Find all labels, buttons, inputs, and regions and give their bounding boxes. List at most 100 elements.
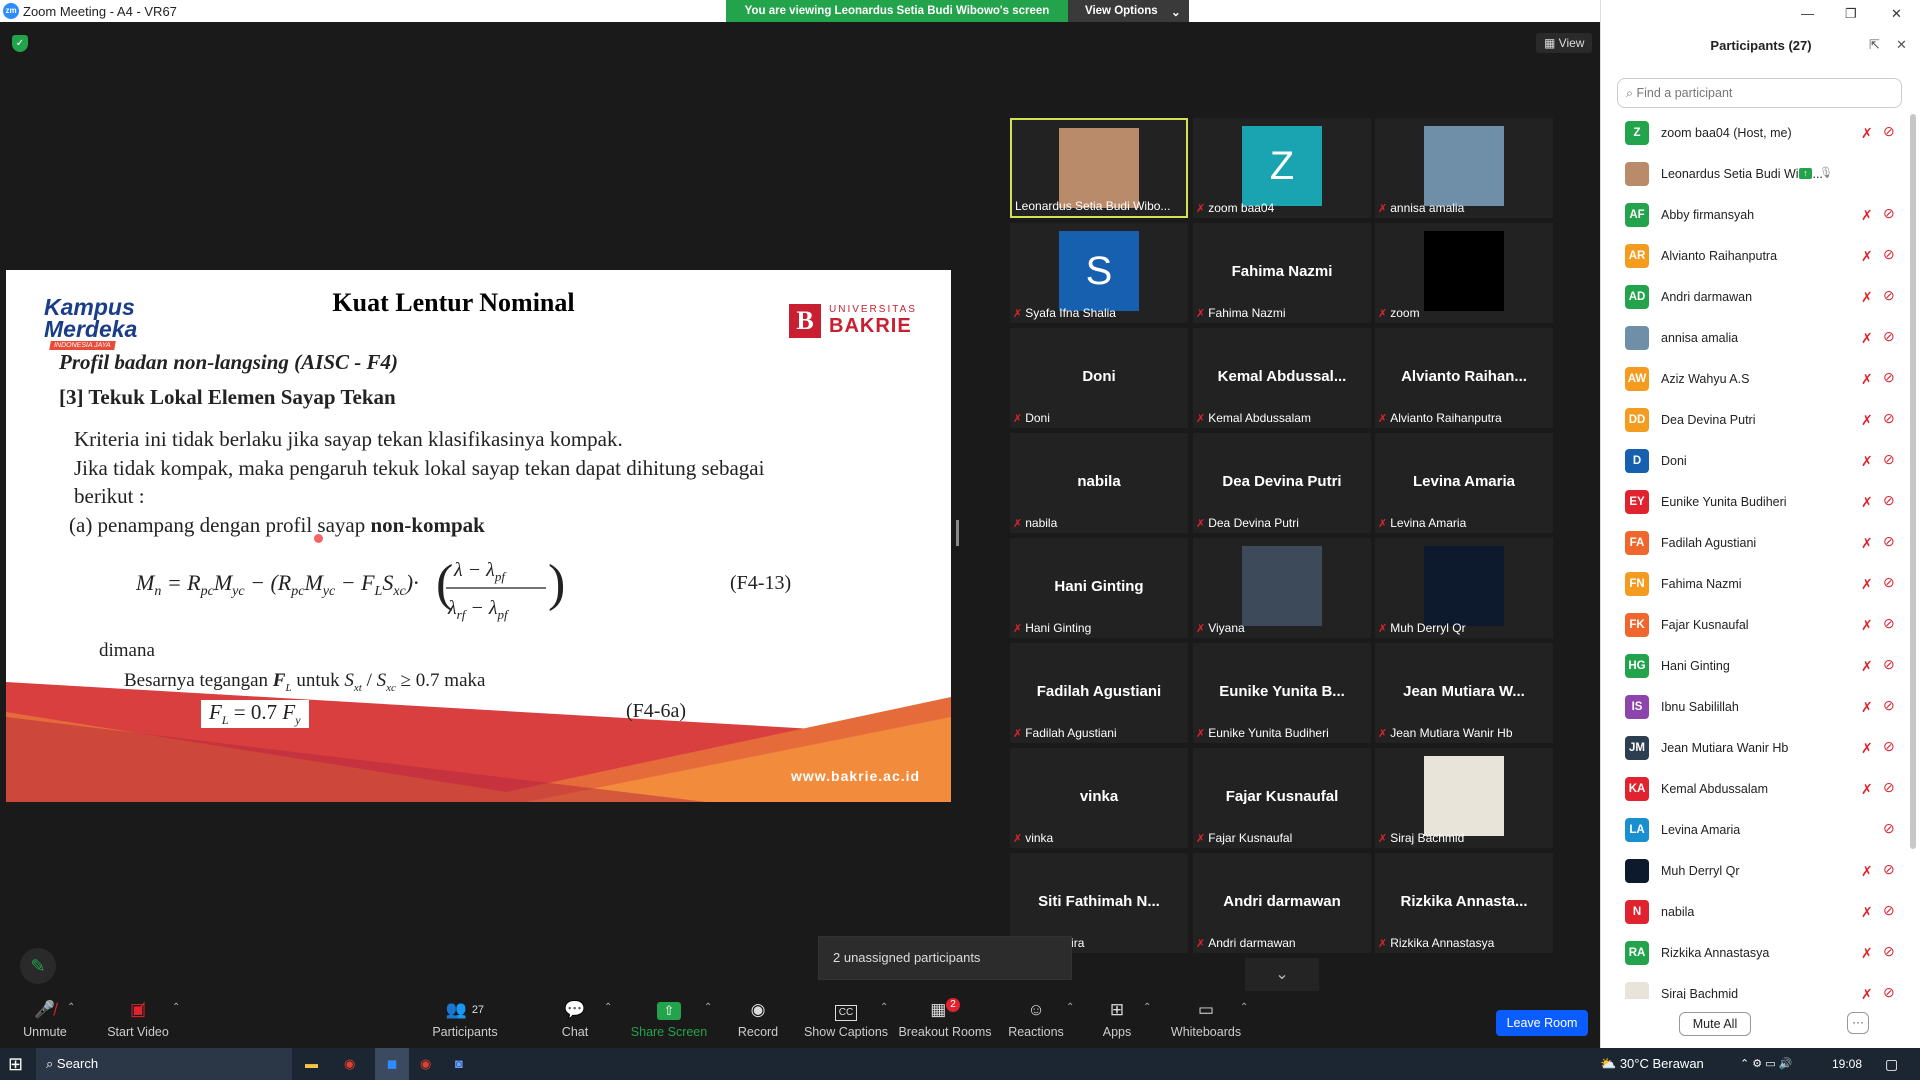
pop-out-icon[interactable]: ⇱ [1869, 37, 1880, 53]
chrome-profile-icon[interactable]: ◉ [420, 1048, 431, 1080]
participant-row[interactable]: FA Fadilah Agustiani ✗ ⊘ [1601, 524, 1911, 565]
video-off-icon[interactable]: ⊘ [1883, 574, 1895, 591]
participant-row[interactable]: EY Eunike Yunita Budiheri ✗ ⊘ [1601, 483, 1911, 524]
muted-mic-icon[interactable]: ✗ [1861, 986, 1873, 999]
participant-video-tile[interactable]: Doni ✗ Doni [1010, 328, 1188, 428]
participant-video-tile[interactable]: vinka ✗ vinka [1010, 748, 1188, 848]
muted-mic-icon[interactable]: ✗ [1861, 330, 1873, 347]
participant-row[interactable]: Nnabila ✗ ⊘ [1601, 893, 1911, 934]
muted-mic-icon[interactable]: ✗ [1861, 945, 1873, 962]
chevron-up-icon[interactable]: ⌃ [1143, 1002, 1151, 1013]
muted-mic-icon[interactable]: ✗ [1861, 248, 1873, 265]
participant-video-tile[interactable]: Eunike Yunita B... ✗ Eunike Yunita Budiher… [1193, 643, 1371, 743]
participant-video-tile[interactable]: ✗ Siraj Bachmid [1375, 748, 1553, 848]
annotate-pencil-button[interactable]: ✎ [20, 948, 56, 984]
participant-row[interactable]: DD Dea Devina Putri ✗ ⊘ [1601, 401, 1911, 442]
video-off-icon[interactable]: ⊘ [1883, 738, 1895, 755]
video-off-icon[interactable]: ⊘ [1883, 615, 1895, 632]
participant-row[interactable]: AR Alvianto Raihanputra ✗ ⊘ [1601, 237, 1911, 278]
video-off-icon[interactable]: ⊘ [1883, 451, 1895, 468]
participant-video-tile[interactable]: Leonardus Setia Budi Wibo... [1010, 118, 1188, 218]
video-off-icon[interactable]: ⊘ [1883, 984, 1895, 999]
record-button[interactable]: ◉ Record [708, 998, 808, 1039]
participants-button[interactable]: 👥 27 Participants [415, 998, 515, 1039]
muted-mic-icon[interactable]: ✗ [1861, 207, 1873, 224]
muted-mic-icon[interactable]: ✗ [1861, 289, 1873, 306]
minimize-window-button[interactable]: — [1801, 6, 1814, 21]
video-off-icon[interactable]: ⊘ [1883, 410, 1895, 427]
muted-mic-icon[interactable]: ✗ [1861, 125, 1873, 142]
gallery-next-page-button[interactable]: ⌄ [1245, 958, 1319, 991]
participant-video-tile[interactable]: Dea Devina Putri ✗ Dea Devina Putri [1193, 433, 1371, 533]
participant-video-tile[interactable]: ✗ Viyana [1193, 538, 1371, 638]
participant-video-tile[interactable]: Hani Ginting ✗ Hani Ginting [1010, 538, 1188, 638]
muted-mic-icon[interactable]: ✗ [1861, 904, 1873, 921]
windows-start-icon[interactable]: ⊞ [8, 1048, 23, 1080]
participant-video-tile[interactable]: ✗ Muh Derryl Qr [1375, 538, 1553, 638]
participant-row[interactable]: Muh Derryl Qr ✗ ⊘ [1601, 852, 1911, 893]
chat-button[interactable]: 💬 Chat ⌃ [525, 998, 625, 1039]
participant-row[interactable]: AF Abby firmansyah ✗ ⊘ [1601, 196, 1911, 237]
close-window-button[interactable]: ✕ [1891, 6, 1902, 22]
video-off-icon[interactable]: ⊘ [1883, 943, 1895, 960]
participant-video-tile[interactable]: Rizkika Annasta... ✗ Rizkika Annastasya [1375, 853, 1553, 953]
video-off-icon[interactable]: ⊘ [1883, 902, 1895, 919]
muted-mic-icon[interactable]: ✗ [1861, 863, 1873, 880]
video-off-icon[interactable]: ⊘ [1883, 328, 1895, 345]
chevron-up-icon[interactable]: ⌃ [172, 1002, 180, 1013]
apps-button[interactable]: ⊞ Apps ⌃ [1067, 998, 1167, 1039]
muted-mic-icon[interactable]: ✗ [1861, 699, 1873, 716]
participant-row[interactable]: HG Hani Ginting ✗ ⊘ [1601, 647, 1911, 688]
leave-room-button[interactable]: Leave Room [1496, 1010, 1588, 1036]
muted-mic-icon[interactable]: ✗ [1861, 576, 1873, 593]
video-off-icon[interactable]: ⊘ [1883, 287, 1895, 304]
muted-mic-icon[interactable]: ✗ [1861, 371, 1873, 388]
weather-widget[interactable]: ⛅ 30°C Berawan [1600, 1048, 1704, 1080]
participant-video-tile[interactable]: Kemal Abdussal... ✗ Kemal Abdussalam [1193, 328, 1371, 428]
share-screen-button[interactable]: ⇧ Share Screen ⌃ [619, 998, 719, 1039]
app-taskbar-icon[interactable]: ◙ [455, 1048, 463, 1080]
video-off-icon[interactable]: ⊘ [1883, 369, 1895, 386]
participant-row[interactable]: Siraj Bachmid ✗ ⊘ [1601, 975, 1911, 999]
video-off-icon[interactable]: ⊘ [1883, 861, 1895, 878]
whiteboards-button[interactable]: ▭ Whiteboards ⌃ [1156, 998, 1256, 1039]
restore-window-button[interactable]: ❐ [1845, 6, 1857, 22]
close-panel-icon[interactable]: ✕ [1896, 37, 1907, 53]
participant-row[interactable]: IS Ibnu Sabilillah ✗ ⊘ [1601, 688, 1911, 729]
muted-mic-icon[interactable]: ✗ [1861, 617, 1873, 634]
participant-row[interactable]: FN Fahima Nazmi ✗ ⊘ [1601, 565, 1911, 606]
participant-row[interactable]: D Doni ✗ ⊘ [1601, 442, 1911, 483]
participant-row[interactable]: JM Jean Mutiara Wanir Hb ✗ ⊘ [1601, 729, 1911, 770]
more-options-button[interactable]: ··· [1847, 1012, 1869, 1034]
participant-row[interactable]: LA Levina Amaria ⊘ [1601, 811, 1911, 852]
video-off-icon[interactable]: ⊘ [1883, 820, 1895, 837]
encryption-shield-icon[interactable]: ✓ [12, 35, 28, 52]
start-video-button[interactable]: ▣̸ Start Video ⌃ [88, 998, 188, 1039]
video-off-icon[interactable]: ⊘ [1883, 697, 1895, 714]
participant-row[interactable]: Leonardus Setia Budi Wibo... ↑ 🎙 [1601, 155, 1911, 196]
muted-mic-icon[interactable]: ✗ [1861, 453, 1873, 470]
participant-row[interactable]: AW Aziz Wahyu A.S ✗ ⊘ [1601, 360, 1911, 401]
video-off-icon[interactable]: ⊘ [1883, 123, 1895, 140]
video-off-icon[interactable]: ⊘ [1883, 492, 1895, 509]
taskbar-search-box[interactable]: ⌕ Search [36, 1048, 292, 1080]
participant-video-tile[interactable]: Fajar Kusnaufal ✗ Fajar Kusnaufal [1193, 748, 1371, 848]
chevron-up-icon[interactable]: ⌃ [67, 1002, 75, 1013]
muted-mic-icon[interactable]: ✗ [1861, 535, 1873, 552]
video-off-icon[interactable]: ⊘ [1883, 205, 1895, 222]
participant-video-tile[interactable]: ✗ zoom [1375, 223, 1553, 323]
splitter-handle[interactable] [956, 520, 959, 546]
chevron-up-icon[interactable]: ⌃ [880, 1002, 888, 1013]
participant-row[interactable]: RA Rizkika Annastasya ✗ ⊘ [1601, 934, 1911, 975]
mute-all-button[interactable]: Mute All [1679, 1012, 1751, 1036]
file-explorer-icon[interactable]: ▬ [305, 1048, 318, 1080]
participant-video-tile[interactable]: Levina Amaria ✗ Levina Amaria [1375, 433, 1553, 533]
video-off-icon[interactable]: ⊘ [1883, 656, 1895, 673]
participant-row[interactable]: FK Fajar Kusnaufal ✗ ⊘ [1601, 606, 1911, 647]
show-captions-button[interactable]: CC Show Captions ⌃ [796, 998, 896, 1039]
muted-mic-icon[interactable]: ✗ [1861, 412, 1873, 429]
participant-video-tile[interactable]: Fadilah Agustiani ✗ Fadilah Agustiani [1010, 643, 1188, 743]
zoom-taskbar-icon[interactable]: ◼ [375, 1048, 409, 1080]
taskbar-clock[interactable]: 19:08 [1832, 1048, 1862, 1080]
video-off-icon[interactable]: ⊘ [1883, 533, 1895, 550]
